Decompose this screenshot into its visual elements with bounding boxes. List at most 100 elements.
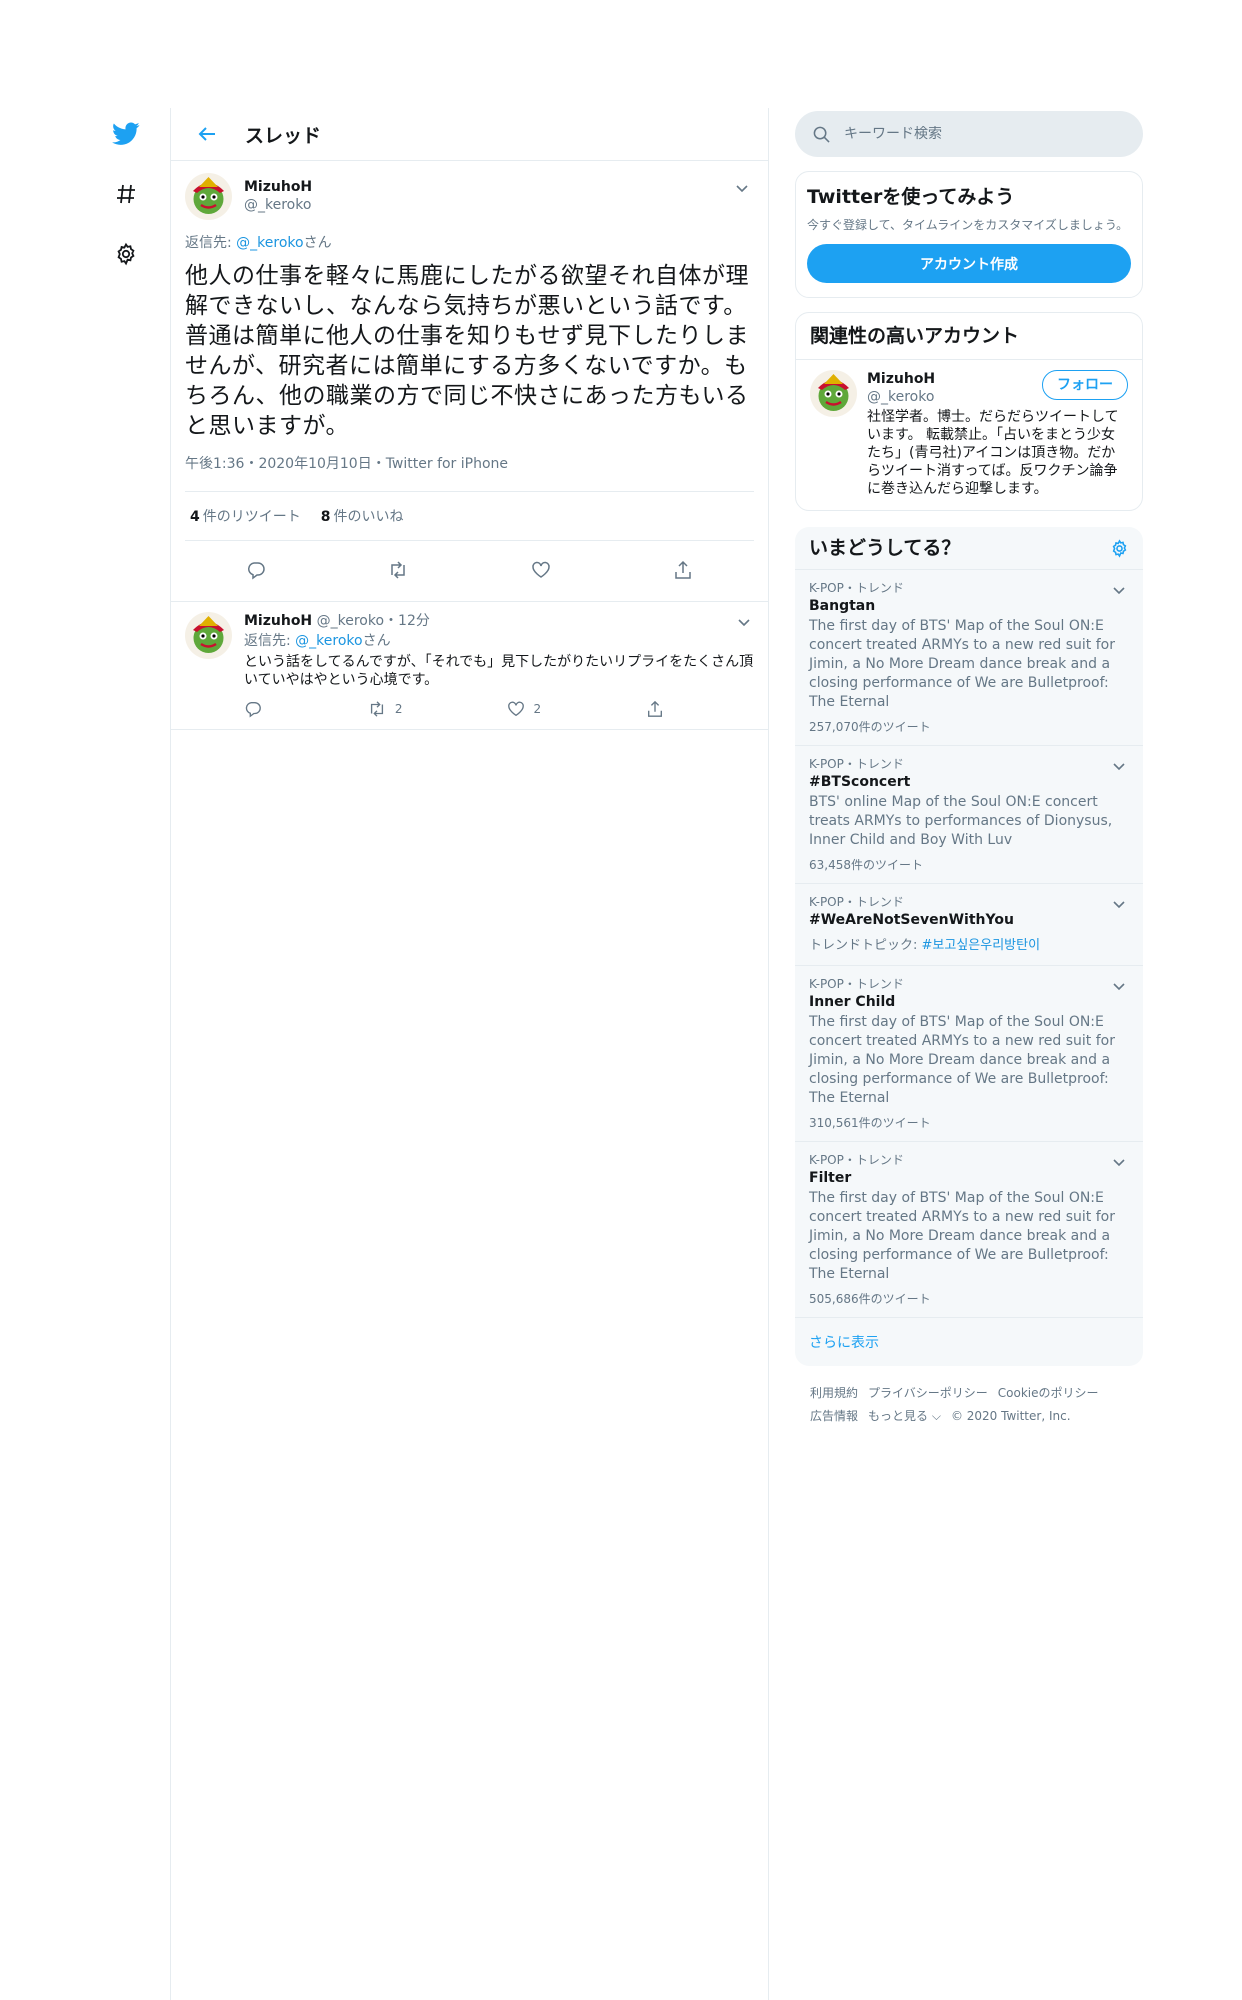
page-title: スレッド [245, 124, 322, 147]
related-header: 関連性の高いアカウント [796, 313, 1142, 360]
show-more-link[interactable]: さらに表示 [795, 1318, 1143, 1366]
trend-context: K-POP・トレンド [809, 895, 904, 909]
trend-item[interactable]: K-POP・トレンド #WeAreNotSevenWithYou トレンドトピッ… [795, 884, 1143, 966]
reply-header: MizuhoH @_keroko・12分 [244, 612, 754, 631]
avatar-image [810, 370, 857, 417]
trend-item[interactable]: K-POP・トレンド Bangtan The first day of BTS'… [795, 570, 1143, 746]
search-icon [813, 126, 830, 143]
reply-retweet-button[interactable]: 2 [367, 697, 403, 721]
author-name[interactable]: MizuhoH [244, 178, 312, 196]
trend-context: K-POP・トレンド [809, 581, 904, 595]
related-bio: 社怪学者。博士。だらだらツイートしています。 転載禁止。「占いをまとう少女たち」… [867, 409, 1119, 497]
related-handle[interactable]: @_keroko [867, 388, 935, 406]
like-stat[interactable]: 8 件のいいね [321, 506, 404, 526]
tweet-menu-button[interactable] [732, 178, 752, 198]
reply-tweet[interactable]: MizuhoH @_keroko・12分 返信先: @_kerokoさん という… [171, 602, 768, 730]
retweet-icon [391, 561, 406, 579]
reply-author-name[interactable]: MizuhoH [244, 613, 312, 629]
back-button[interactable] [191, 118, 223, 150]
chevron-down-icon [1113, 763, 1125, 771]
reply-to-handle[interactable]: @_keroko [295, 633, 362, 649]
related-avatar[interactable] [810, 370, 857, 417]
avatar[interactable] [185, 173, 232, 220]
like-label: 件のいいね [333, 509, 404, 525]
trend-name: Filter [809, 1170, 852, 1186]
trends-card: いまどうしてる？ K-POP・トレンド Bangtan The first da… [795, 527, 1143, 1366]
trend-count: 257,070件のツイート [809, 720, 931, 734]
trends-settings-button[interactable] [1109, 538, 1129, 558]
reply-reply-button[interactable] [244, 697, 262, 721]
reply-to-label: 返信先: [244, 633, 296, 649]
reply-retweet-count: 2 [394, 702, 403, 716]
share-button[interactable] [666, 553, 700, 587]
retweet-stat[interactable]: 4 件のリツイート [190, 506, 301, 526]
chevron-down-icon [738, 619, 750, 627]
trend-name: #WeAreNotSevenWithYou [809, 912, 1014, 928]
reply-to: 返信先: @_kerokoさん [185, 233, 754, 253]
tweet-text: 他人の仕事を軽々に馬鹿にしたがる欲望それ自体が理解できないし、なんなら気持ちが悪… [185, 263, 749, 439]
settings-icon [117, 242, 135, 266]
signup-card: Twitterを使ってみよう 今すぐ登録して、タイムラインをカスタマイズしましょ… [795, 171, 1143, 298]
reply-actions: 2 2 [244, 697, 664, 721]
reply-author-handle[interactable]: @_keroko [317, 613, 384, 629]
trend-name: #BTSconcert [809, 774, 911, 790]
footer-link-terms[interactable]: 利用規約 [810, 1386, 858, 1400]
trend-item[interactable]: K-POP・トレンド #BTSconcert BTS' online Map o… [795, 746, 1143, 884]
trend-topic-link[interactable]: #보고싶은우리방탄이 [922, 938, 1041, 953]
heart-icon [531, 561, 550, 578]
reply-share-button[interactable] [646, 697, 664, 721]
share-icon [675, 560, 691, 579]
trend-name: Bangtan [809, 598, 876, 614]
trend-menu-button[interactable] [1109, 1152, 1129, 1172]
author-handle[interactable]: @_keroko [244, 196, 312, 214]
footer-link-privacy[interactable]: プライバシーポリシー [868, 1386, 988, 1400]
explore-button[interactable] [100, 168, 152, 220]
search-input[interactable] [844, 126, 1104, 142]
tweet-header: MizuhoH @_keroko [185, 173, 754, 231]
follow-button[interactable]: フォロー [1042, 370, 1128, 400]
footer-row: 広告情報 もっと見る ⌵ © 2020 Twitter, Inc. [810, 1405, 1128, 1428]
trend-menu-button[interactable] [1109, 976, 1129, 996]
trend-item[interactable]: K-POP・トレンド Filter The first day of BTS' … [795, 1142, 1143, 1318]
footer-link-ads[interactable]: 広告情報 [810, 1409, 858, 1423]
reply-to-handle[interactable]: @_keroko [236, 235, 303, 251]
footer-link-more[interactable]: もっと見る ⌵ [868, 1409, 941, 1423]
search-bar[interactable] [795, 111, 1143, 157]
trend-name: Inner Child [809, 994, 896, 1010]
tweet-author: MizuhoH @_keroko [244, 178, 312, 214]
main-tweet: MizuhoH @_keroko 返信先: @_kerokoさん 他人の仕事を軽… [171, 161, 768, 602]
reply-like-count: 2 [533, 702, 542, 716]
reply-text: という話をしてるんですが、「それでも」見下したがりたいリプライをたくさん頂いてい… [244, 654, 754, 688]
chevron-down-icon [1113, 983, 1125, 991]
trend-item[interactable]: K-POP・トレンド Inner Child The first day of … [795, 966, 1143, 1142]
tweet-meta[interactable]: 午後1:36・2020年10月10日・Twitter for iPhone [185, 453, 754, 492]
reply-like-button[interactable]: 2 [507, 697, 541, 721]
reply-menu-button[interactable] [734, 612, 754, 632]
retweet-count: 4 [190, 509, 200, 525]
retweet-icon [370, 701, 383, 717]
like-count: 8 [320, 509, 331, 525]
trend-menu-button[interactable] [1109, 894, 1129, 914]
twitter-bird-icon [112, 122, 140, 145]
create-account-button[interactable]: アカウント作成 [807, 244, 1131, 283]
signup-subtitle: 今すぐ登録して、タイムラインをカスタマイズしましょう。 [807, 218, 1129, 232]
footer-link-cookies[interactable]: Cookieのポリシー [998, 1386, 1099, 1400]
retweet-button[interactable] [381, 553, 415, 587]
reply-button[interactable] [239, 553, 273, 587]
trend-context: K-POP・トレンド [809, 757, 904, 771]
trend-description: The first day of BTS' Map of the Soul ON… [809, 618, 1115, 710]
chevron-down-icon [1113, 587, 1125, 595]
reply-avatar[interactable] [185, 612, 232, 659]
related-account[interactable]: MizuhoH @_keroko フォロー 社怪学者。博士。だらだらツイートして… [796, 360, 1142, 510]
trend-menu-button[interactable] [1109, 756, 1129, 776]
trend-menu-button[interactable] [1109, 580, 1129, 600]
trend-topic-label: トレンドトピック: [809, 938, 922, 953]
settings-button[interactable] [100, 228, 152, 280]
right-sidebar: Twitterを使ってみよう 今すぐ登録して、タイムラインをカスタマイズしましょ… [795, 111, 1143, 1428]
trend-count: 310,561件のツイート [809, 1116, 931, 1130]
like-button[interactable] [524, 553, 558, 587]
signup-title: Twitterを使ってみよう [807, 186, 1015, 208]
related-name[interactable]: MizuhoH [867, 370, 935, 388]
twitter-home-button[interactable] [100, 108, 152, 160]
trend-context: K-POP・トレンド [809, 1153, 904, 1167]
